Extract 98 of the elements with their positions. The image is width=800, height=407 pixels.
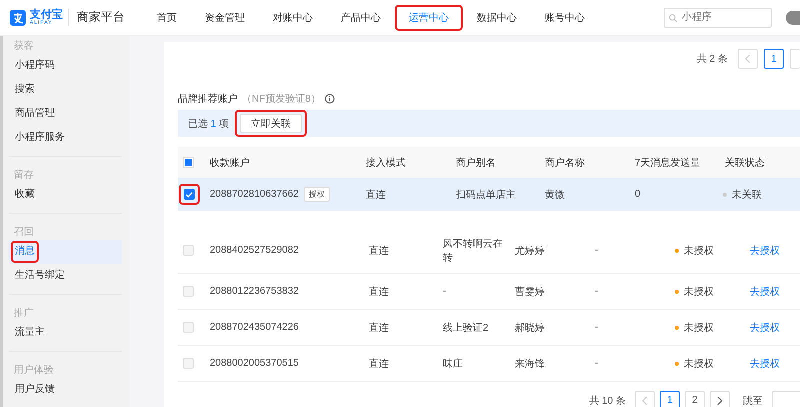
search-field[interactable]: 小程序	[664, 8, 772, 28]
status-text: 未授权	[684, 358, 714, 370]
table-cell-text: 扫码点单店主	[455, 188, 517, 202]
nav-tab[interactable]: 首页	[154, 8, 180, 26]
row-checkbox[interactable]	[184, 189, 195, 200]
sidebar-group-title: 用户体验	[13, 364, 55, 378]
section-title: 品牌推荐账户	[178, 92, 238, 106]
table-cell-text: 线上验证2	[442, 322, 490, 334]
authorize-link[interactable]: 去授权	[750, 356, 800, 370]
table-cell-text: 风不转啊云在转	[442, 238, 504, 264]
authorize-link[interactable]: 去授权	[750, 244, 800, 258]
sidebar-item[interactable]: 搜索	[9, 78, 122, 102]
chevron-right-icon	[717, 396, 723, 404]
table-cell-text: 曹雯婷	[514, 286, 546, 298]
page-button[interactable]: 1	[660, 390, 680, 407]
product-name: 商家平台	[68, 9, 125, 26]
column-header: 收款账户	[209, 156, 251, 170]
sidebar-item-label: 用户反馈	[15, 382, 55, 397]
next-page-button[interactable]	[710, 390, 730, 407]
sidebar-item[interactable]: 商品管理	[9, 102, 122, 126]
sidebar-item-label: 消息	[15, 244, 35, 259]
link-now-button[interactable]: 立即关联	[240, 114, 302, 133]
sidebar-item-label: 小程序服务	[15, 130, 65, 145]
column-header: 接入模式	[365, 156, 407, 170]
status-text: 未授权	[684, 244, 714, 258]
table-cell-text: 直连	[368, 286, 390, 298]
nav-tab[interactable]: 资金管理	[202, 8, 248, 26]
table-cell-text: -	[594, 358, 600, 369]
nav-tab[interactable]: 产品中心	[338, 8, 384, 26]
sidebar-item[interactable]: 消息	[9, 240, 122, 264]
sidebar-item[interactable]: 流量主	[9, 321, 122, 345]
selected-table-row[interactable]: 2088702810637662 授权 直连 扫码点单店主 黄微 0 未关联	[178, 178, 800, 211]
table-cell-text: 尤婷婷	[514, 244, 546, 258]
info-icon[interactable]	[324, 94, 335, 104]
sidebar-group-title: 召回	[13, 226, 35, 240]
page-button[interactable]: 2	[685, 390, 705, 407]
table-cell-text: 2088012236753832	[209, 286, 300, 297]
table-cell-text: 0	[634, 189, 642, 200]
table-cell-text: -	[594, 322, 600, 333]
nav-tab[interactable]: 数据中心	[474, 8, 520, 26]
table-cell-text: -	[442, 286, 448, 297]
table-cell-text: 味庄	[442, 358, 464, 370]
column-header: 商户别名	[455, 156, 497, 170]
status-text: 未关联	[732, 188, 762, 202]
sidebar-group-title: 推广	[13, 306, 35, 321]
table-cell-text: 来海锋	[514, 358, 546, 370]
column-header: 7天消息发送量	[634, 156, 702, 170]
nav-tab[interactable]: 对账中心	[270, 8, 316, 26]
prev-page-button[interactable]	[635, 390, 655, 407]
sidebar-group-title: 留存	[13, 169, 35, 183]
sidebar-item[interactable]: 生活号绑定	[9, 264, 122, 288]
table-cell-text: 黄微	[544, 188, 566, 202]
nav-tab[interactable]: 账号中心	[542, 8, 588, 26]
table-cell-text: 2088702435074226	[209, 322, 300, 333]
table-cell-text: 郝晓婷	[514, 322, 546, 334]
column-header: 商户名称	[544, 156, 586, 170]
table-cell-text: 直连	[368, 358, 390, 370]
total-count: 共 2 条	[696, 52, 728, 66]
sidebar-item-label: 生活号绑定	[15, 268, 65, 283]
total-count: 共 10 条	[589, 394, 626, 407]
authorize-link[interactable]: 去授权	[750, 284, 800, 298]
jump-page-field[interactable]	[772, 390, 800, 407]
chevron-left-icon	[642, 396, 648, 404]
nav-tab[interactable]: 运营中心	[406, 8, 452, 26]
table-cell-text: 2088002005370515	[209, 358, 300, 369]
sidebar-item[interactable]: 小程序服务	[9, 126, 122, 150]
sidebar-item-label: 小程序码	[15, 58, 55, 73]
sidebar-item-label: 流量主	[15, 326, 45, 340]
select-all-checkbox[interactable]	[183, 157, 194, 168]
selection-count: 已选 1 项	[188, 118, 230, 130]
sidebar-item[interactable]: 收藏	[9, 183, 122, 207]
page-button[interactable]: 1	[764, 49, 784, 69]
prev-page-button[interactable]	[738, 49, 758, 69]
avatar-icon[interactable]	[786, 10, 800, 24]
sidebar-item[interactable]: 小程序码	[9, 54, 122, 78]
table-cell-text: -	[594, 286, 600, 297]
authorize-link[interactable]: 去授权	[750, 320, 800, 334]
auth-tag: 授权	[304, 187, 330, 202]
chevron-left-icon	[745, 55, 751, 63]
jump-label: 跳至	[743, 394, 763, 407]
sidebar-group-title: 获客	[13, 40, 35, 54]
table-cell-text: -	[594, 245, 600, 256]
search-icon	[669, 14, 678, 22]
logo-icon	[10, 10, 26, 26]
status-text: 未授权	[684, 322, 714, 334]
sidebar-item[interactable]: 用户反馈	[9, 378, 122, 402]
table-cell-text: 直连	[365, 188, 387, 202]
section-subtitle: （NF预发验证8）	[242, 93, 321, 106]
table-cell-text: 直连	[368, 244, 390, 258]
table-cell-text: 直连	[368, 322, 390, 334]
table-cell-text: 2088402527529082	[209, 245, 300, 256]
sidebar-item-label: 商品管理	[15, 106, 55, 121]
status-text: 未授权	[684, 286, 714, 298]
table-cell-text: 2088702810637662	[209, 189, 299, 200]
logo-text: 支付宝	[30, 10, 63, 20]
sidebar-item-label: 搜索	[15, 82, 35, 97]
column-header: 关联状态	[724, 156, 766, 170]
sidebar-item-label: 收藏	[15, 188, 35, 202]
